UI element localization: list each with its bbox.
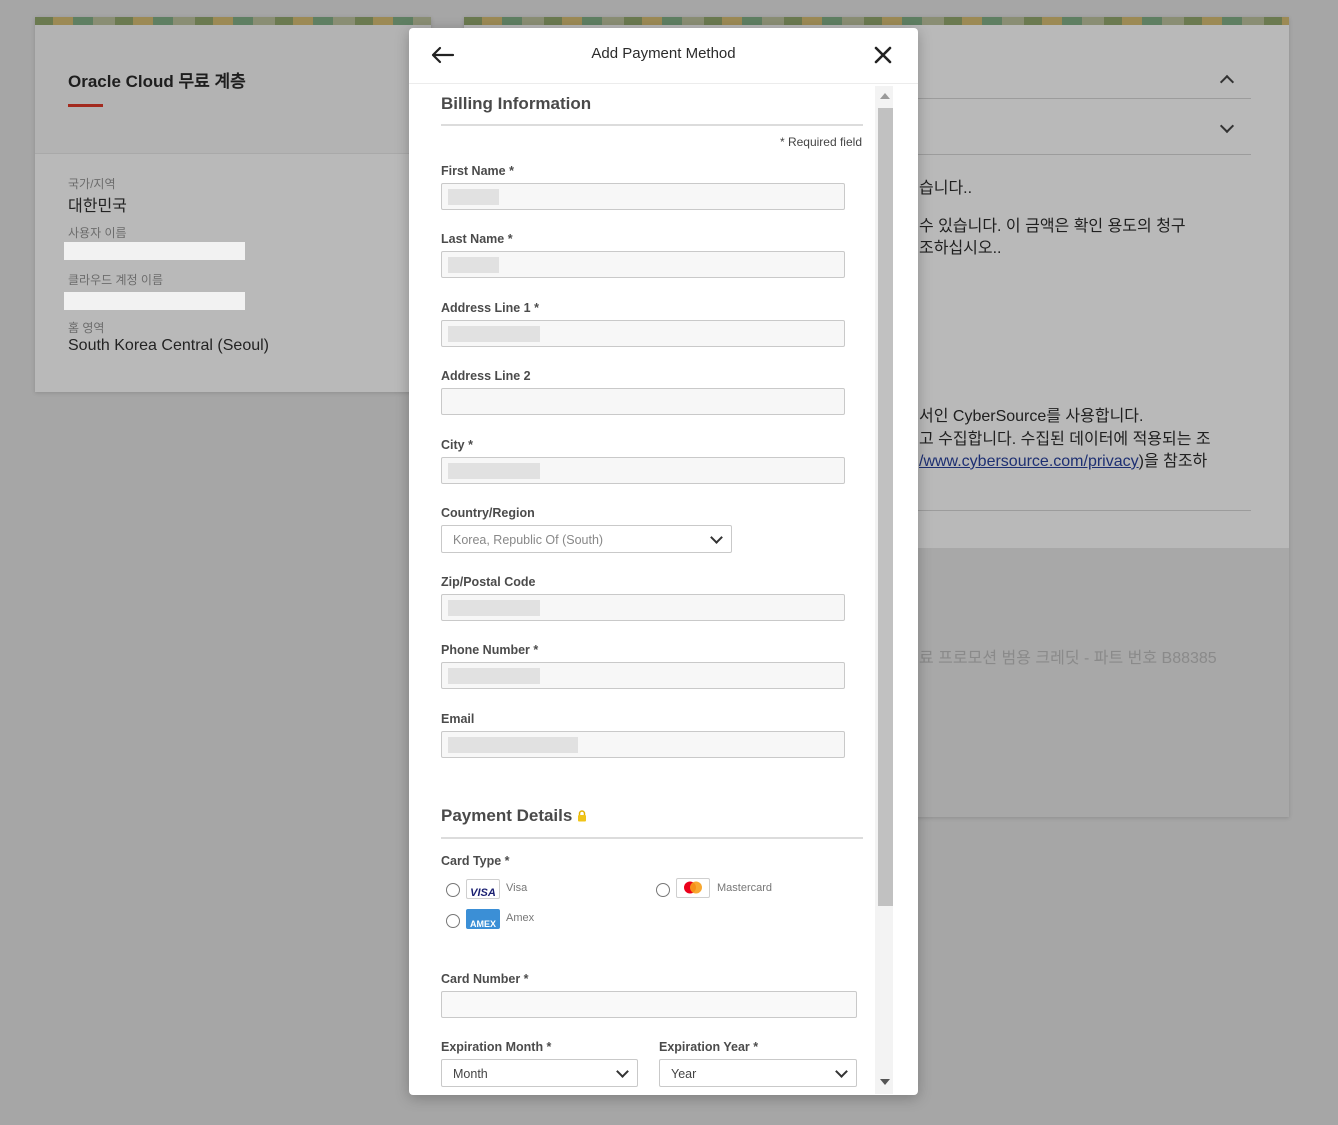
mastercard-logo-icon — [676, 878, 710, 898]
card-number-input[interactable] — [441, 991, 857, 1018]
redacted-value — [448, 600, 540, 616]
redacted-value — [448, 189, 499, 205]
phone-label: Phone Number * — [441, 643, 539, 657]
dialog-header: Add Payment Method — [409, 28, 918, 84]
chevron-down-icon — [835, 1065, 848, 1078]
card-type-label: Card Type * — [441, 854, 510, 868]
add-payment-method-dialog: Add Payment Method Billing Information *… — [409, 28, 918, 1095]
exp-year-select[interactable]: Year — [659, 1059, 857, 1087]
home-region-label: 홈 영역 — [68, 321, 105, 335]
payment-section-title: Payment Details — [441, 806, 587, 826]
redacted-value — [448, 257, 499, 273]
exp-month-select[interactable]: Month — [441, 1059, 638, 1087]
city-label: City * — [441, 438, 473, 452]
country-value: 대한민국 — [68, 198, 127, 215]
chevron-up-icon[interactable] — [1219, 74, 1235, 90]
home-region-value: South Korea Central (Seoul) — [68, 337, 269, 354]
exp-month-value: Month — [453, 1067, 488, 1081]
country-select[interactable]: Korea, Republic Of (South) — [441, 525, 732, 553]
visa-label: Visa — [506, 882, 528, 894]
close-icon[interactable] — [871, 43, 895, 67]
username-label: 사용자 이름 — [68, 226, 127, 240]
first-name-input[interactable] — [441, 183, 845, 210]
city-input[interactable] — [441, 457, 845, 484]
info-text: 고 수집합니다. 수집된 데이터에 적용되는 조 — [919, 431, 1211, 448]
required-field-note: * Required field — [779, 135, 862, 149]
mastercard-label: Mastercard — [717, 882, 773, 894]
billing-section-title: Billing Information — [441, 94, 592, 113]
last-name-input[interactable] — [441, 251, 845, 278]
address1-label: Address Line 1 * — [441, 301, 539, 315]
amex-label: Amex — [506, 912, 535, 924]
address1-input[interactable] — [441, 320, 845, 347]
card-number-label: Card Number * — [441, 972, 529, 986]
visa-logo-icon: VISA — [466, 879, 500, 899]
card-header-stripe — [35, 17, 431, 25]
title-accent-bar — [68, 104, 103, 107]
country-label: Country/Region — [441, 506, 535, 520]
divider — [914, 98, 1251, 99]
zip-label: Zip/Postal Code — [441, 575, 536, 589]
mastercard-radio[interactable] — [656, 883, 670, 897]
amex-logo-text: AMEX — [469, 919, 496, 929]
country-label: 국가/지역 — [68, 177, 116, 191]
info-text: 습니다.. — [919, 180, 973, 197]
info-text: 조하십시오.. — [919, 240, 1002, 257]
visa-logo-text: VISA — [470, 887, 496, 899]
exp-year-label: Expiration Year * — [659, 1040, 759, 1054]
privacy-link[interactable]: /www.cybersource.com/privacy — [919, 453, 1139, 470]
account-info-card: Oracle Cloud 무료 계층 국가/지역 대한민국 사용자 이름 클라우… — [35, 17, 431, 392]
divider — [914, 510, 1251, 511]
info-text: /www.cybersource.com/privacy)을 참조하 — [919, 447, 1207, 471]
info-text: 서인 CyberSource를 사용합니다. — [919, 408, 1144, 425]
cloud-account-redacted — [64, 292, 245, 310]
exp-year-value: Year — [671, 1067, 697, 1081]
exp-month-label: Expiration Month * — [441, 1040, 552, 1054]
amex-logo-icon: AMEX — [466, 909, 500, 929]
redacted-value — [448, 668, 540, 684]
chevron-down-icon — [710, 531, 723, 544]
phone-input[interactable] — [441, 662, 845, 689]
dialog-title: Add Payment Method — [591, 45, 736, 62]
cloud-account-label: 클라우드 계정 이름 — [68, 273, 163, 287]
info-text-suffix: )을 참조하 — [1138, 453, 1208, 470]
promotion-text: 료 프로모션 범용 크레딧 - 파트 번호 B88385 — [919, 650, 1217, 667]
email-input[interactable] — [441, 731, 845, 758]
scroll-up-icon[interactable] — [880, 93, 890, 99]
zip-input[interactable] — [441, 594, 845, 621]
first-name-label: First Name * — [441, 164, 514, 178]
divider — [914, 154, 1251, 155]
chevron-down-icon[interactable] — [1219, 118, 1235, 134]
scroll-down-icon[interactable] — [880, 1079, 890, 1085]
account-card-title: Oracle Cloud 무료 계층 — [68, 72, 246, 91]
redacted-value — [448, 463, 540, 479]
address2-label: Address Line 2 — [441, 369, 531, 383]
country-select-value: Korea, Republic Of (South) — [453, 533, 604, 547]
address2-input[interactable] — [441, 388, 845, 415]
account-card-header: Oracle Cloud 무료 계층 — [35, 25, 431, 154]
section-divider — [441, 837, 863, 839]
section-divider — [441, 124, 863, 126]
dialog-scrollbar[interactable] — [875, 86, 893, 1094]
chevron-down-icon — [616, 1065, 629, 1078]
email-label: Email — [441, 712, 475, 726]
last-name-label: Last Name * — [441, 232, 513, 246]
payment-section-label: Payment Details — [441, 806, 573, 825]
info-text: 수 있습니다. 이 금액은 확인 용도의 청구 — [919, 218, 1186, 235]
card-header-stripe — [464, 17, 1289, 25]
username-redacted — [64, 242, 245, 260]
redacted-value — [448, 326, 540, 342]
visa-radio[interactable] — [446, 883, 460, 897]
scroll-thumb[interactable] — [878, 108, 893, 906]
mastercard-circles — [684, 881, 702, 894]
redacted-value — [448, 737, 578, 753]
lock-icon — [578, 810, 587, 822]
amex-radio[interactable] — [446, 914, 460, 928]
